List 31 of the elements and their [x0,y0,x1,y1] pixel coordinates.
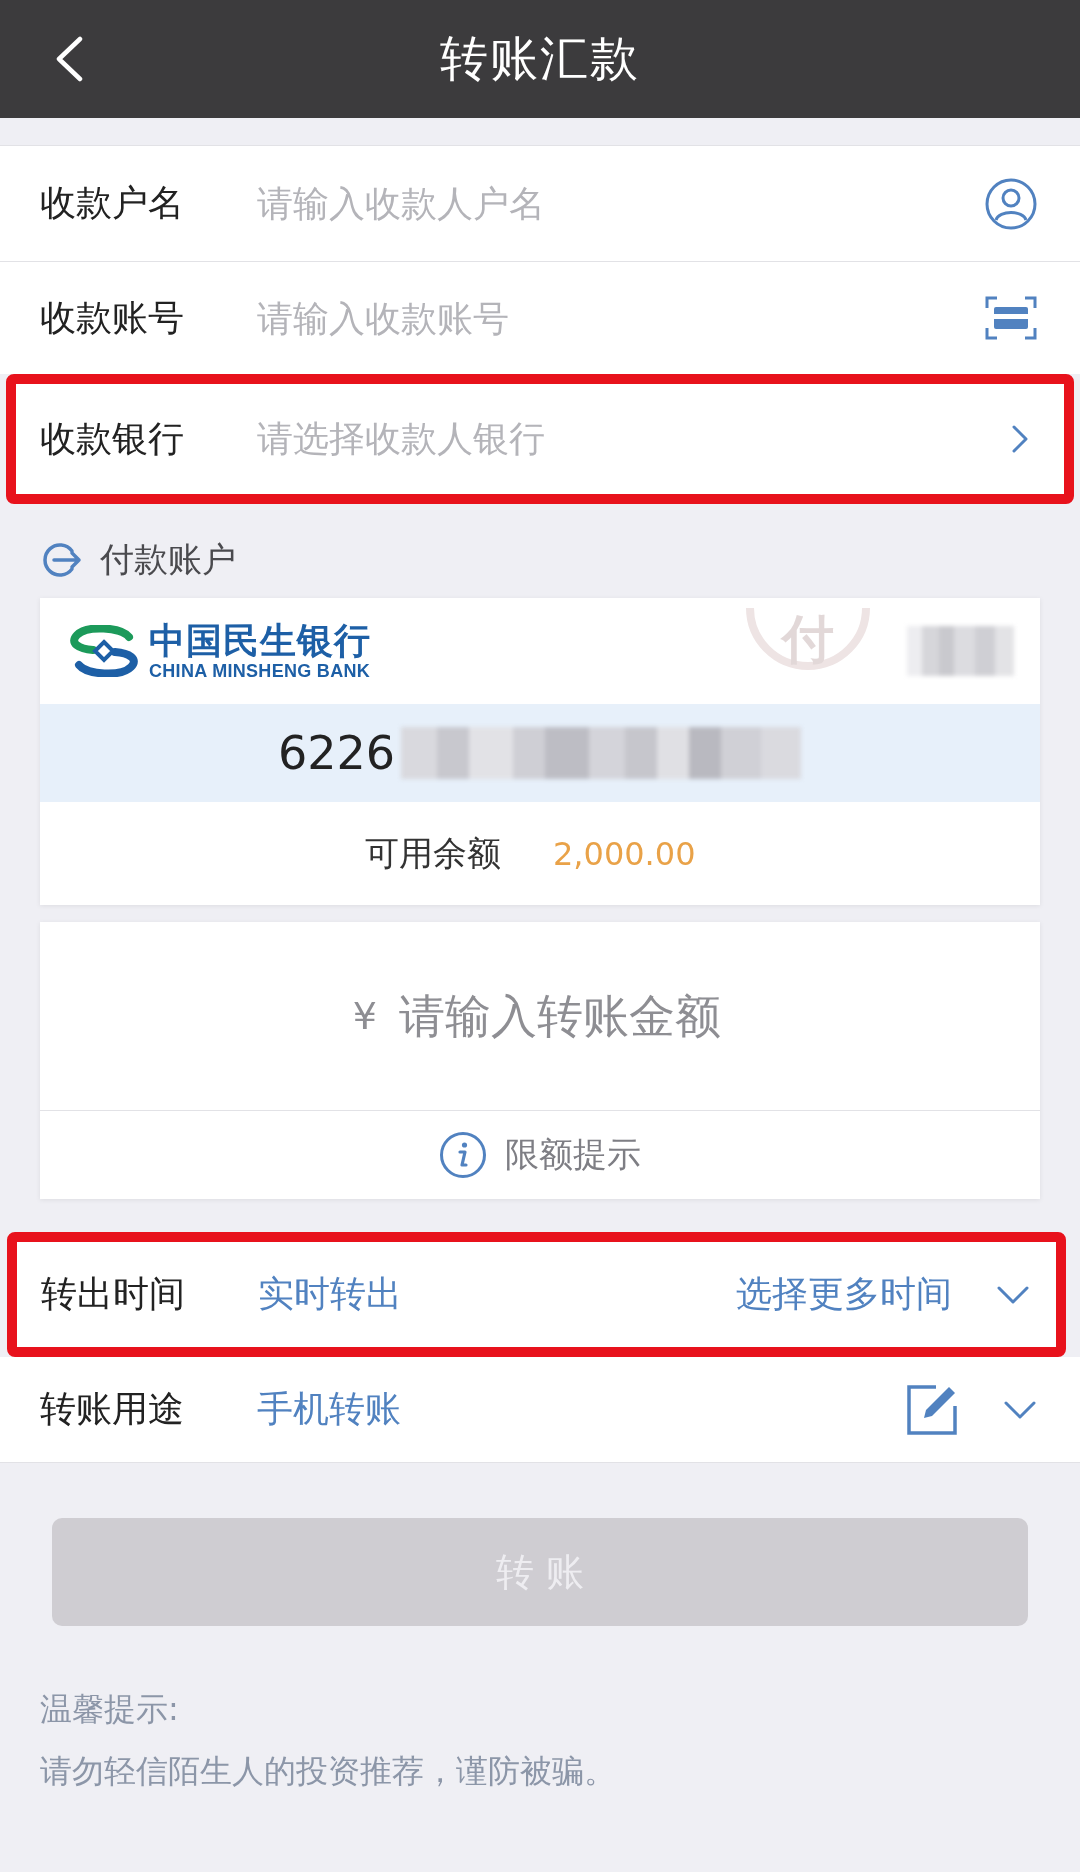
bank-name-english: CHINA MINSHENG BANK [149,661,371,681]
option-value: 手机转账 [257,1387,401,1431]
chevron-down-icon[interactable] [1003,1399,1037,1420]
field-label: 转账用途 [40,1387,185,1431]
person-icon[interactable] [985,177,1037,230]
field-label: 收款户名 [40,181,185,225]
chevron-down-icon[interactable] [996,1284,1030,1305]
option-value: 实时转出 [258,1272,402,1316]
scan-icon[interactable] [985,296,1037,340]
input-row[interactable]: 收款户名 请输入收款人户名 [0,145,1080,262]
field-label: 收款银行 [40,416,185,461]
currency-symbol: ¥ [352,994,377,1038]
input-row[interactable]: 收款账号 请输入收款账号 [0,262,1080,374]
field-label: 转出时间 [41,1272,186,1316]
edit-icon[interactable] [906,1383,958,1436]
chevron-right-icon[interactable] [1011,424,1029,454]
info-icon [439,1131,487,1179]
more-time-link[interactable]: 选择更多时间 [736,1270,952,1319]
account-number: 6226 [278,726,396,780]
bank-logo-icon [69,625,139,677]
back-icon[interactable] [54,36,84,82]
section-title: 付款账户 [100,538,236,581]
notice-title: 温馨提示: [40,1689,180,1730]
bank-name: 中国民生银行 [149,621,371,661]
balance-amount: 2,000.00 [553,834,696,873]
limit-hint-button[interactable]: 限额提示 [439,1131,641,1179]
field-label: 收款账号 [40,295,185,340]
notice-text: 请勿轻信陌生人的投资推荐，谨防被骗。 [40,1751,617,1792]
exit-arrow-icon [42,542,82,578]
balance-label: 可用余额 [365,831,501,875]
page-title: 转账汇款 [440,29,640,88]
